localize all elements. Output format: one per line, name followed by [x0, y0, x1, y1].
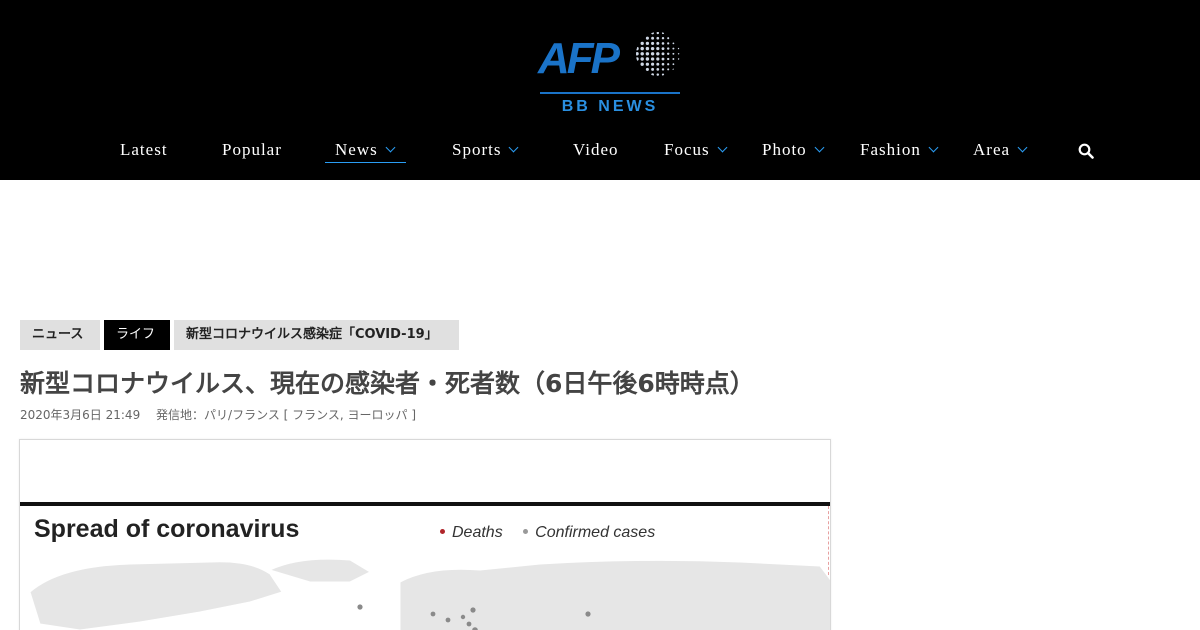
- nav-item-video[interactable]: Video: [573, 140, 619, 164]
- world-map: [29, 558, 830, 630]
- tag-news[interactable]: ニュース: [20, 320, 100, 350]
- chevron-down-icon: [385, 142, 396, 153]
- nav-item-focus[interactable]: Focus: [664, 140, 728, 164]
- figure-top-bar: [20, 502, 830, 506]
- figure-legend: Deaths Confirmed cases: [440, 524, 671, 542]
- legend-confirmed: Confirmed cases: [523, 524, 655, 541]
- nav-label: Popular: [222, 140, 282, 159]
- search-icon[interactable]: [1078, 143, 1094, 159]
- chevron-down-icon: [814, 142, 825, 153]
- nav-item-news[interactable]: News: [325, 140, 406, 164]
- site-header: AFP BB NEWS Latest Popular News Sports V…: [0, 0, 1200, 180]
- nav-item-popular[interactable]: Popular: [222, 140, 282, 164]
- legend-dot: [440, 529, 445, 534]
- figure-title: Spread of coronavirus: [34, 515, 300, 543]
- article-date: 2020年3月6日 21:49: [20, 408, 141, 422]
- article-meta: 2020年3月6日 21:49 発信地：パリ/フランス [ フランス, ヨーロッ…: [20, 406, 428, 423]
- logo-divider: [540, 92, 680, 94]
- nav-label: Video: [573, 140, 619, 159]
- nav-item-photo[interactable]: Photo: [762, 140, 825, 164]
- nav-item-sports[interactable]: Sports: [452, 140, 519, 164]
- nav-item-area[interactable]: Area: [973, 140, 1028, 164]
- nav-label: Fashion: [860, 140, 921, 159]
- logo-subtitle: BB NEWS: [561, 98, 659, 115]
- article-title: 新型コロナウイルス、現在の感染者・死者数（6日午後6時時点）: [20, 369, 755, 398]
- nav-label: Area: [973, 140, 1011, 159]
- legend-label: Confirmed cases: [535, 524, 656, 541]
- article-origin[interactable]: 発信地：パリ/フランス [ フランス, ヨーロッパ ]: [156, 408, 416, 422]
- nav-item-latest[interactable]: Latest: [120, 140, 168, 164]
- legend-dot: [523, 529, 529, 534]
- main-nav: Latest Popular News Sports Video Focus P…: [0, 140, 1200, 164]
- legend-label: Deaths: [452, 524, 503, 541]
- logo-text: AFP: [538, 34, 620, 83]
- nav-label: Sports: [452, 140, 502, 159]
- nav-label: Latest: [120, 140, 168, 159]
- tag-covid19[interactable]: 新型コロナウイルス感染症「COVID-19」: [174, 320, 459, 350]
- tag-life[interactable]: ライフ: [104, 320, 170, 350]
- chevron-down-icon: [509, 142, 519, 153]
- nav-label: News: [335, 140, 378, 159]
- globe-icon: [636, 32, 680, 76]
- chevron-down-icon: [928, 142, 939, 153]
- article-image[interactable]: Spread of coronavirus Deaths Confirmed c…: [19, 439, 831, 630]
- nav-label: Focus: [664, 140, 710, 159]
- afp-bb-news-logo[interactable]: AFP BB NEWS: [538, 28, 684, 118]
- chevron-down-icon: [1017, 142, 1028, 153]
- nav-item-fashion[interactable]: Fashion: [860, 140, 939, 164]
- nav-label: Photo: [762, 140, 807, 159]
- legend-deaths: Deaths: [440, 524, 503, 541]
- chevron-down-icon: [717, 142, 728, 153]
